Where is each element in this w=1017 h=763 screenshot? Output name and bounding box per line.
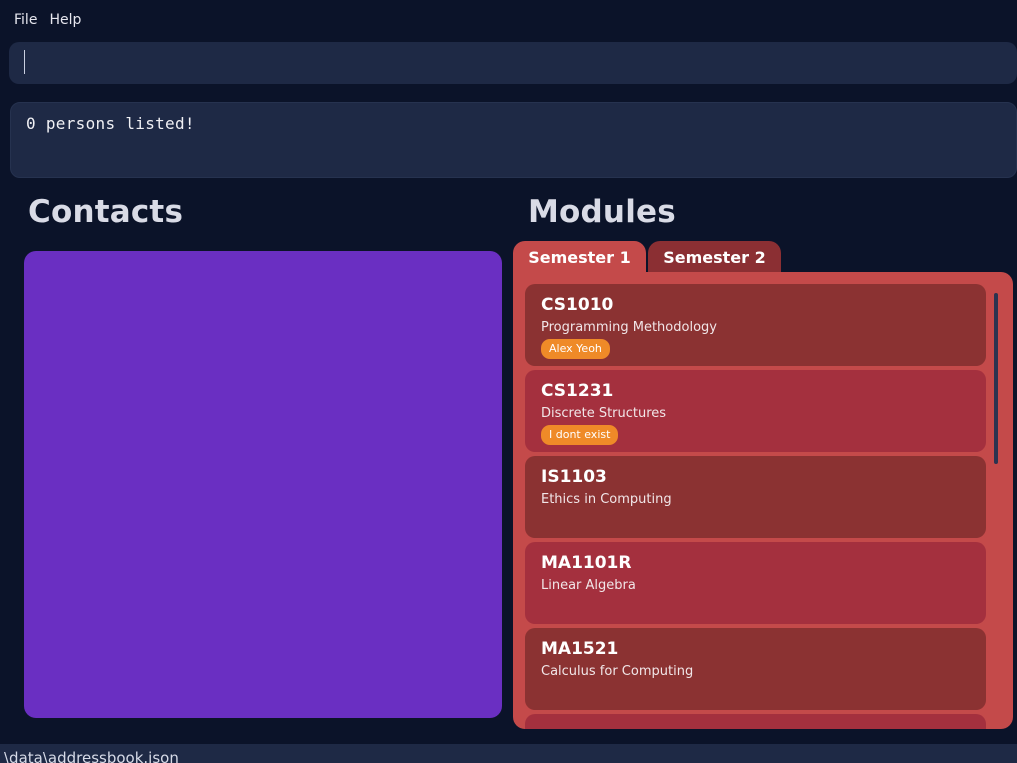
text-caret (24, 50, 25, 74)
module-card[interactable]: CS1231 Discrete Structures I dont exist (525, 370, 986, 452)
module-card[interactable]: CS1010 Programming Methodology Alex Yeoh (525, 284, 986, 366)
modules-panel: CS1010 Programming Methodology Alex Yeoh CS… (513, 272, 1013, 729)
menu-help[interactable]: Help (43, 5, 87, 35)
result-message: 0 persons listed! (26, 114, 195, 133)
module-code: IS1103 (541, 467, 607, 487)
modules-title: Modules (528, 194, 676, 230)
module-name: Ethics in Computing (541, 492, 672, 507)
module-code: MA1521 (541, 639, 619, 659)
scrollbar-thumb[interactable] (994, 293, 998, 464)
module-name: Linear Algebra (541, 578, 636, 593)
menu-bar: File Help (0, 5, 1017, 35)
contacts-list-panel[interactable] (24, 251, 502, 718)
module-name: Calculus for Computing (541, 664, 694, 679)
status-bar: \data\addressbook.json (0, 744, 1017, 763)
module-card[interactable]: MA1101R Linear Algebra (525, 542, 986, 624)
menu-file[interactable]: File (8, 5, 43, 35)
command-box[interactable] (9, 42, 1017, 84)
module-list[interactable]: CS1010 Programming Methodology Alex Yeoh CS… (513, 272, 1013, 729)
module-tag: Alex Yeoh (541, 339, 610, 359)
module-card[interactable]: MA1521 Calculus for Computing (525, 628, 986, 710)
module-card[interactable]: IS1103 Ethics in Computing (525, 456, 986, 538)
app-window: File Help 0 persons listed! Contacts Mod… (0, 5, 1017, 763)
module-code: MA1101R (541, 553, 632, 573)
module-code: CS1231 (541, 381, 614, 401)
status-path: \data\addressbook.json (4, 749, 179, 763)
module-card-partial[interactable] (525, 714, 986, 729)
module-name: Discrete Structures (541, 406, 667, 421)
module-tag: I dont exist (541, 425, 619, 445)
module-name: Programming Methodology (541, 320, 717, 335)
command-input[interactable] (23, 42, 1003, 84)
contacts-title: Contacts (28, 194, 184, 230)
module-code: CS1010 (541, 295, 614, 315)
result-display: 0 persons listed! (10, 102, 1017, 178)
